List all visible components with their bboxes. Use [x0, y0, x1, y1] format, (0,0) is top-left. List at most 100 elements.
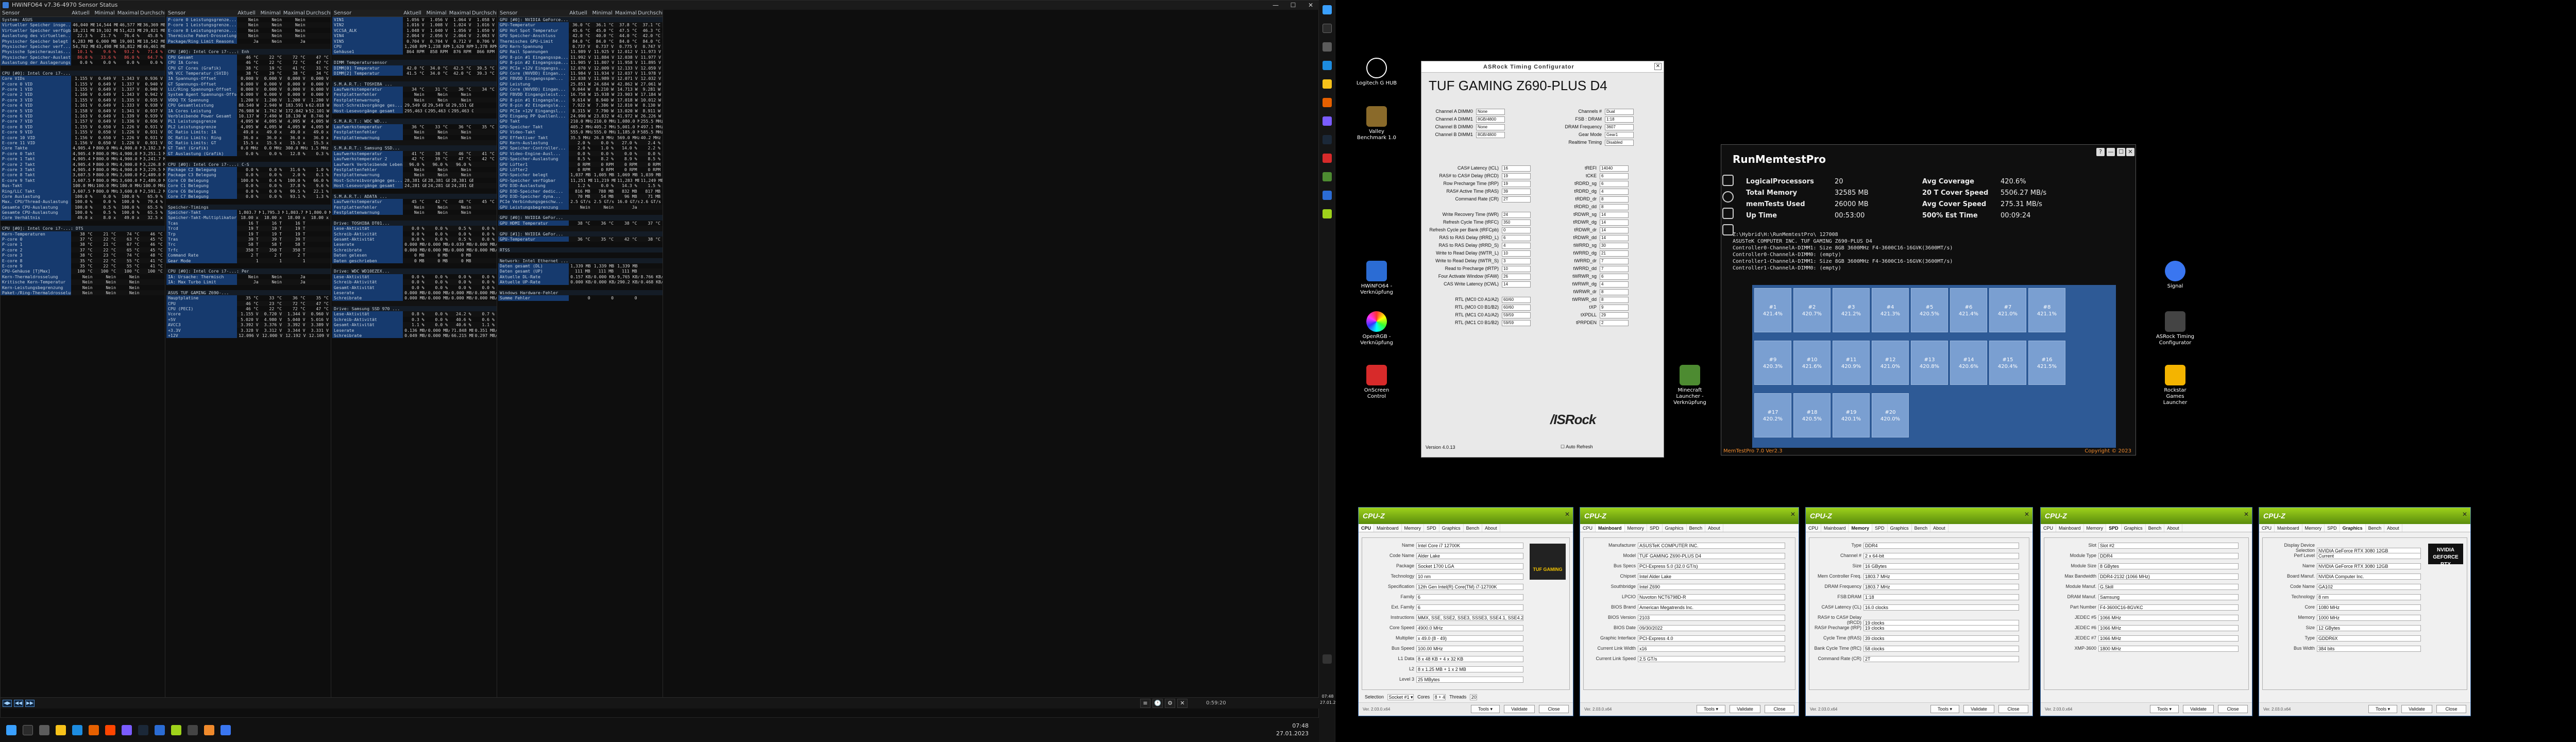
sensor-row[interactable]: GPU Speicher-Controller... 2.0 % 1.0 % 14.0…: [498, 145, 663, 151]
app-icon[interactable]: [1323, 172, 1332, 181]
column-header-cell[interactable]: Aktuell: [236, 10, 259, 16]
column-header-cell[interactable]: Durchschnitt: [139, 10, 165, 16]
sensor-row[interactable]: +12V 12.096 V 12.000 V 12.192 V 12.109 V: [166, 333, 331, 339]
tools-button[interactable]: Tools ▾: [1471, 705, 1500, 713]
sensor-row[interactable]: [498, 242, 663, 247]
sensor-row[interactable]: [332, 113, 497, 119]
sensor-row[interactable]: E-core 10 VID 1.156 V 0.650 V 1.226 V 0.931 …: [1, 134, 165, 140]
sensor-row[interactable]: GT Takt (Grafik) 0.0 MHz 0.0 MHz 300.0 MHz 1…: [166, 145, 331, 151]
sensor-row[interactable]: OC Ratio Limits: IA 49.0 x 49.0 x 49.0 x 49.…: [166, 129, 331, 135]
settings-gear-icon[interactable]: [1722, 191, 1734, 203]
minimize-icon[interactable]: —: [1267, 1, 1284, 10]
asrock-taskbar-icon[interactable]: [188, 725, 198, 735]
close-icon[interactable]: ✕: [2024, 511, 2029, 518]
sensor-group-header[interactable]: Drive: WDC WD10EZEX...: [332, 268, 497, 274]
tab-spd[interactable]: SPD: [1424, 524, 1439, 532]
close-icon[interactable]: ✕: [2462, 511, 2467, 518]
sensor-row[interactable]: CPU IA Cores 46 °C 22 °C 72 °C 47 °C: [166, 60, 331, 65]
sensor-row[interactable]: Physischer Speicher-Auslast... 86.0 % 33.6…: [1, 54, 165, 60]
sensor-row[interactable]: CPU Gesamt 46 °C 22 °C 72 °C 47 °C: [166, 54, 331, 60]
cpuz-titlebar[interactable]: CPU-Z ✕: [2259, 508, 2470, 524]
sensor-row[interactable]: P-core 1 38 °C 21 °C 67 °C 46 °C: [1, 242, 165, 247]
sensor-row[interactable]: System Agent Spannungs-Offset 0.000 V 0.00…: [166, 92, 331, 97]
sensor-row[interactable]: Ring/LLC Takt3,607.5 MHz800.0 MHz3,600.0…: [1, 188, 165, 194]
sensor-row[interactable]: [332, 215, 497, 221]
taskbar-clock[interactable]: 07:48 27.01.2023: [1267, 722, 1309, 737]
sensor-row[interactable]: GPU 8-pin #1 Eingangsle... 9.614 W 8.940 W…: [498, 97, 663, 103]
sensor-row[interactable]: Host-Schreibvorgänge ges... 28,381 GB 28,3…: [332, 177, 497, 183]
sensor-group-header[interactable]: Drive: TOSHIBA DT01...: [332, 220, 497, 226]
sensor-row[interactable]: GPU 8-pin #2 Eingangsle... 7.922 W 7.386 W…: [498, 103, 663, 108]
discord-icon[interactable]: [1323, 116, 1332, 126]
sensor-row[interactable]: Thermisches GPU-Limit 84.0 °C 84.0 °C 84.0 …: [498, 38, 663, 44]
sensor-row[interactable]: GPU Leistungsbegrenzung Nein Nein Ja: [498, 204, 663, 210]
validate-button[interactable]: Validate: [1504, 705, 1535, 713]
close-button[interactable]: Close: [2436, 705, 2466, 713]
sensor-row[interactable]: GPU Lüfter1 0 RPM 0 RPM 0 RPM 0 RPM: [498, 161, 663, 167]
sensor-row[interactable]: Festplattenfehler Nein Nein Nein: [332, 204, 497, 210]
sensor-row[interactable]: P-core 5 VID 1.158 V 0.649 V 1.341 V 0.937 V: [1, 108, 165, 114]
column-header-cell[interactable]: Maximal: [614, 10, 636, 16]
tab-bench[interactable]: Bench: [2366, 524, 2385, 532]
tab-mainboard[interactable]: Mainboard: [1821, 524, 1849, 532]
sensor-row[interactable]: [166, 43, 331, 49]
sensor-row[interactable]: Gesamte CPU-Auslastung 100.0 % 0.5 % 100.0 …: [1, 210, 165, 215]
tab-memory[interactable]: Memory: [2084, 524, 2107, 532]
column-header-cell[interactable]: Maximal: [116, 10, 139, 16]
sensor-row[interactable]: GPU FBVDD Eingangsleist... 16.758 W 15.938…: [498, 92, 663, 97]
sensor-row[interactable]: Gesamt-Aktivität 1.1 % 0.0 % 40.6 % 1.1 %: [332, 322, 497, 328]
tab-cpu[interactable]: CPU: [1580, 524, 1596, 532]
sensor-row[interactable]: P-core 0 Takt4,905.4 MHz800.0 MHz4,900.0…: [1, 150, 165, 157]
sensor-row[interactable]: Schreibrate0.000 MB/s0.000 MB/s0.000 MB/…: [332, 295, 497, 301]
sensor-row[interactable]: P-core 4 VID 1.161 V 0.649 V 1.333 V 0.938 V: [1, 103, 165, 108]
file-explorer-icon[interactable]: [1323, 79, 1332, 89]
column-header-cell[interactable]: Minimal: [93, 10, 115, 16]
sensor-row[interactable]: GPU Kern-Spannung 0.737 V 0.737 V 0.775 V 0.…: [498, 43, 663, 49]
sensor-row[interactable]: Lese-Aktivität 0.0 % 0.0 % 0.0 % 0.0 %: [332, 274, 497, 280]
sensor-row[interactable]: Speicher-Takt-Multiplikator 18.00 x 18.00 …: [166, 215, 331, 221]
close-button[interactable]: Close: [1539, 705, 1569, 713]
sensor-row[interactable]: GPU 8-pin #1 Eingangsspa... 11.992 V 11.88…: [498, 54, 663, 60]
close-icon[interactable]: ✕: [1790, 511, 1795, 518]
sensor-row[interactable]: Leserate0.000 MB/s0.000 MB/s0.000 MB/s0.…: [332, 290, 497, 296]
sensor-row[interactable]: GPU PCIe +12V Eingangsl... 8.315 W 7.790 W…: [498, 108, 663, 114]
sensor-row[interactable]: Trc 58 T 58 T 58 T: [166, 242, 331, 247]
sensor-row[interactable]: Trcd 19 T 19 T 19 T: [166, 226, 331, 231]
sensor-row[interactable]: [332, 300, 497, 307]
sensor-row[interactable]: Festplattenfehler Nein Nein Nein: [332, 92, 497, 97]
sensor-row[interactable]: P-core 1 VID 1.155 V 0.649 V 1.337 V 0.940 V: [1, 87, 165, 92]
sensor-group-header[interactable]: S.M.A.R.T.: WDC WD...: [332, 119, 497, 124]
sensor-row[interactable]: Laufwerk Verbleibende Leben 96.0 % 96.0 % 9…: [332, 161, 497, 167]
sensor-row[interactable]: Physischer Speicher belegt 6,283 MB 6,000 …: [1, 38, 165, 44]
tab-spd[interactable]: SPD: [1647, 524, 1663, 532]
tools-button[interactable]: Tools ▾: [2368, 705, 2397, 713]
sensor-row[interactable]: P-core 0 Leistungsgrenze... Nein Nein Nein: [166, 17, 331, 23]
sensor-row[interactable]: [332, 76, 497, 81]
steam-icon[interactable]: [1323, 135, 1332, 144]
start-icon[interactable]: [6, 725, 16, 735]
tab-graphics[interactable]: Graphics: [2340, 524, 2366, 532]
column-header[interactable]: SensorAktuellMinimalMaximalDurchschnitt: [166, 10, 331, 17]
sensor-row[interactable]: Leserate0.136 MB/s0.000 MB/s71.848 MB/s0…: [332, 327, 497, 333]
sensor-row[interactable]: CPU (PECI) 46 °C 22 °C 72 °C 47 °C: [166, 306, 331, 312]
column-header-cell[interactable]: Sensor: [1, 10, 70, 16]
sensor-row[interactable]: Core C6 Belegung 0.0 % 0.0 % 99.5 % 22.1 %: [166, 188, 331, 194]
column-header-cell[interactable]: Durchschnitt: [470, 10, 497, 16]
sensor-group-header[interactable]: Drive: Samsung SSD 970 ...: [332, 306, 497, 312]
sensor-row[interactable]: Aktuelle DL-Rate0.157 KB/s0.000 KB/s9,76…: [498, 274, 663, 280]
sensor-row[interactable]: GPU-Speicher belegt 1,037 MB 1,005 MB 1,069…: [498, 172, 663, 178]
validate-button[interactable]: Validate: [2183, 705, 2214, 713]
tab-mainboard[interactable]: Mainboard: [1596, 524, 1625, 532]
sensor-column-1[interactable]: SensorAktuellMinimalMaximalDurchschnittS…: [1, 10, 165, 706]
hwinfo-titlebar[interactable]: HWiNFO64 v7.36-4970 Sensor Status: [1, 1, 1319, 10]
tab-memory[interactable]: Memory: [2302, 524, 2325, 532]
sensor-row[interactable]: Trfc 350 T 350 T 350 T: [166, 247, 331, 253]
sensor-row[interactable]: DIMM[2] Temperatur 41.5 °C 34.0 °C 42.0 °C 3…: [332, 70, 497, 76]
exit-icon[interactable]: ✕: [1177, 699, 1188, 708]
tab-cpu[interactable]: CPU: [1806, 524, 1822, 532]
sensor-row[interactable]: PL1 Leistungsgrenze 4,095 W 4,095 W 4,095 W…: [166, 119, 331, 124]
sensor-row[interactable]: Vcore 1.155 V 0.720 V 1.344 V 0.960 V: [166, 311, 331, 317]
desktop-icon-hwinfo[interactable]: HWiNFO64 - Verknüpfung: [1356, 261, 1397, 296]
folder-icon[interactable]: [1722, 208, 1734, 219]
column-header[interactable]: SensorAktuellMinimalMaximalDurchschnitt: [1, 10, 165, 17]
